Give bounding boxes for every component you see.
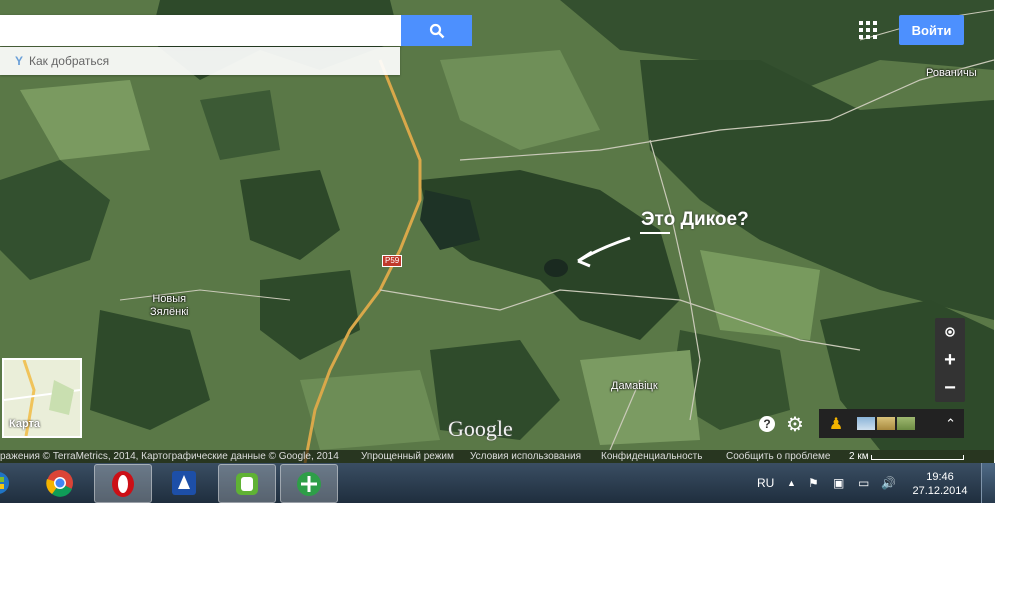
taskbar-app-5[interactable] [280,464,338,503]
clock-time: 19:46 [926,471,954,483]
zoom-in-button[interactable]: + [935,346,965,374]
minimap-label: Карта [9,418,41,430]
start-button[interactable] [0,464,18,501]
place-label-damavitsk[interactable]: Дамавіцк [611,380,658,393]
map-canvas[interactable]: P59 Рованичы Новыя Зялёнкі Дамавіцк Это … [0,0,994,463]
footer-terms[interactable]: Условия использования [470,450,581,463]
footer-imagery: ражения © TerraMetrics, 2014, Картографи… [0,451,339,462]
chrome-icon [46,469,73,497]
annotation-text: Это Дикое? [641,209,749,230]
footer-report[interactable]: Сообщить о проблеме [726,450,830,463]
zoom-controls: + − [935,318,965,402]
google-logo: Google [448,416,513,441]
layer-thumb-3[interactable] [897,417,915,430]
map-view-toggle[interactable]: Карта [2,358,82,438]
signin-button[interactable]: Войти [899,15,964,45]
layer-thumb-2[interactable] [877,417,895,430]
layer-thumb-1[interactable] [857,417,875,430]
my-location-button[interactable] [935,318,965,346]
scale-label: 2 км [849,451,869,462]
search-button[interactable] [401,15,472,46]
taskbar: RU ▲ ⚑ ▣ ▭ 🔊 19:46 27.12.2014 [0,463,994,503]
taskbar-app-4[interactable] [218,464,276,503]
opera-icon [112,470,134,497]
my-location-icon [945,327,955,337]
place-label-novyya-zyalenki[interactable]: Новыя Зялёнкі [150,293,188,319]
footer-privacy[interactable]: Конфиденциальность [601,450,702,463]
app-icon-4 [236,472,258,495]
zoom-out-button[interactable]: − [935,374,965,402]
place-label-rovanichi[interactable]: Рованичы [926,67,977,80]
directions-label: Как добраться [29,54,110,68]
network-icon[interactable]: ▭ [858,463,869,503]
road-shield: P59 [382,255,403,267]
scale-bar [871,455,964,460]
app-icon-5 [297,471,321,496]
show-desktop-button[interactable] [981,463,995,503]
gear-icon[interactable]: ⚙ [786,412,804,437]
tray-expand-icon[interactable]: ▲ [787,463,796,503]
directions-link[interactable]: Y Как добраться [0,47,400,75]
layer-bar: ♟ ⌃ [819,409,964,438]
volume-icon[interactable]: 🔊 [881,463,896,503]
footer-lite-mode[interactable]: Упрощенный режим [361,450,454,463]
device-icon[interactable]: ▣ [833,463,844,503]
pegman-icon[interactable]: ♟ [829,414,843,434]
search-icon [429,23,444,38]
taskbar-opera[interactable] [94,464,152,503]
apps-grid-icon[interactable] [859,21,877,39]
clock-date: 27.12.2014 [912,485,968,497]
search-input[interactable] [0,15,401,46]
help-icon[interactable]: ? [759,416,775,432]
expand-icon[interactable]: ⌃ [945,416,956,432]
taskbar-app-3[interactable] [156,464,212,501]
directions-icon: Y [15,54,24,68]
start-icon [0,471,9,494]
taskbar-chrome[interactable] [32,464,88,501]
clock[interactable]: 19:46 27.12.2014 [905,470,975,498]
language-indicator[interactable]: RU [757,463,774,503]
map-footer: ражения © TerraMetrics, 2014, Картографи… [0,450,994,463]
app-icon-3 [172,470,196,495]
flag-icon[interactable]: ⚑ [808,463,819,503]
